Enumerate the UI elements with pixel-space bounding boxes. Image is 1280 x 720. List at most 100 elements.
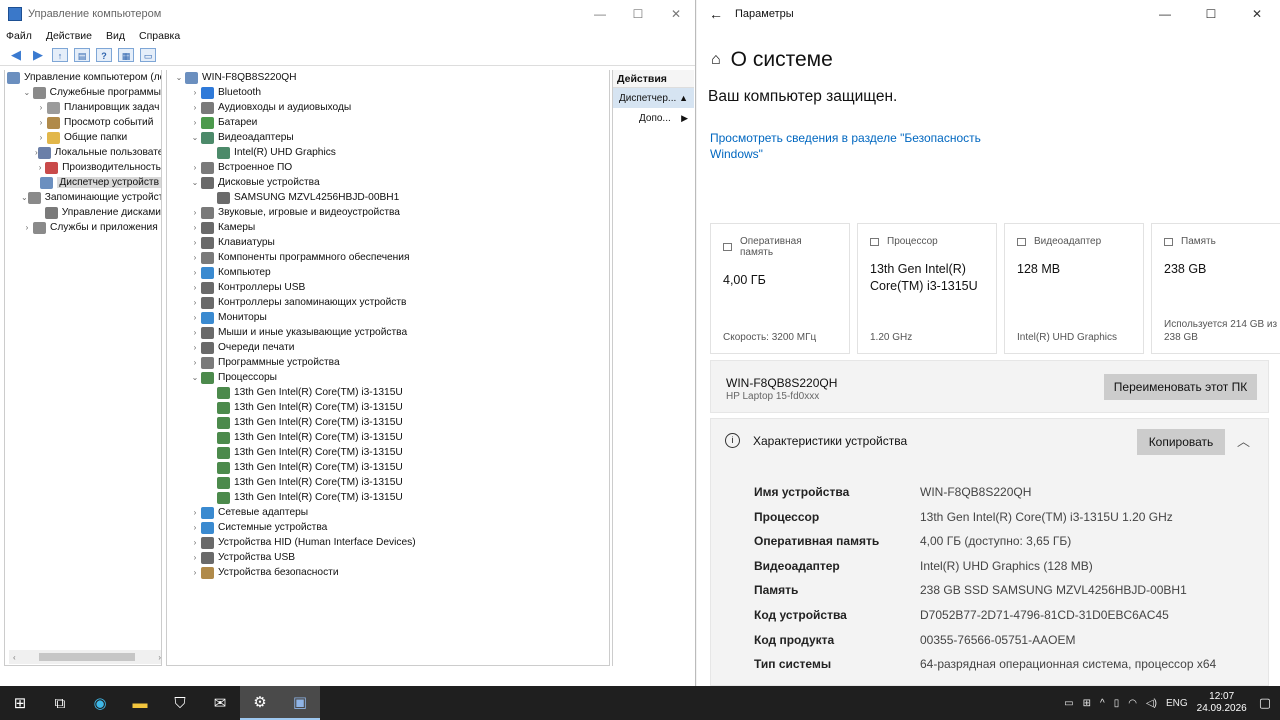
show-hide-tree-icon[interactable]: ▤ — [74, 47, 90, 62]
forward-arrow-icon[interactable]: ▶ — [30, 47, 46, 62]
computer-management-taskbar-icon[interactable]: ▣ — [280, 686, 320, 720]
device-tree-item[interactable]: › Звуковые, игровые и видеоустройства — [167, 205, 609, 220]
menu-help[interactable]: Справка — [139, 30, 180, 42]
security-link[interactable]: Просмотреть сведения в разделе "Безопасн… — [710, 130, 990, 162]
monitor-icon[interactable]: ▭ — [140, 47, 156, 62]
collapse-up-icon[interactable]: ▲ — [679, 93, 688, 103]
device-tree-item[interactable]: 13th Gen Intel(R) Core(TM) i3-1315U — [167, 400, 609, 415]
console-tree-item[interactable]: ⌄ Запоминающие устройства — [5, 190, 161, 205]
expand-arrow-icon[interactable]: › — [189, 253, 201, 262]
wifi-icon[interactable]: ◠ — [1128, 698, 1137, 709]
expand-arrow-icon[interactable]: ⌄ — [189, 178, 201, 187]
device-tree-item[interactable]: › Встроенное ПО — [167, 160, 609, 175]
scroll-right-icon[interactable]: › — [158, 653, 161, 662]
device-tree-item[interactable]: › Мыши и иные указывающие устройства — [167, 325, 609, 340]
minimize-button[interactable]: — — [1142, 7, 1188, 21]
expand-arrow-icon[interactable]: › — [189, 283, 201, 292]
console-tree-item[interactable]: Диспетчер устройств — [5, 175, 161, 190]
device-tree-item[interactable]: › Мониторы — [167, 310, 609, 325]
device-tree-item[interactable]: › Устройства безопасности — [167, 565, 609, 580]
expand-arrow-icon[interactable]: › — [189, 208, 201, 217]
expand-arrow-icon[interactable]: › — [189, 238, 201, 247]
home-icon[interactable]: ⌂ — [711, 51, 721, 69]
store-icon[interactable]: ⛉ — [160, 686, 200, 720]
maximize-button[interactable]: ☐ — [1188, 7, 1234, 21]
console-tree-item[interactable]: › Просмотр событий — [5, 115, 161, 130]
task-view-icon[interactable]: ⧉ — [40, 686, 80, 720]
action-more[interactable]: Допо... ▶ — [613, 108, 694, 128]
back-icon[interactable]: ← — [697, 6, 735, 22]
expand-arrow-icon[interactable]: › — [189, 358, 201, 367]
settings-gear-icon[interactable]: ⚙ — [240, 686, 280, 720]
device-tree-item[interactable]: › Устройства HID (Human Interface Devices… — [167, 535, 609, 550]
console-tree-item[interactable]: › Производительность — [5, 160, 161, 175]
expand-arrow-icon[interactable]: › — [189, 328, 201, 337]
close-button[interactable]: ✕ — [657, 7, 695, 21]
device-tree-item[interactable]: 13th Gen Intel(R) Core(TM) i3-1315U — [167, 415, 609, 430]
tablet-mode-icon[interactable]: ▭ — [1064, 698, 1073, 709]
expand-arrow-icon[interactable]: › — [35, 103, 47, 112]
edge-icon[interactable]: ◉ — [80, 686, 120, 720]
device-tree-item[interactable]: 13th Gen Intel(R) Core(TM) i3-1315U — [167, 385, 609, 400]
battery-icon[interactable]: ▯ — [1114, 698, 1120, 709]
expand-arrow-icon[interactable]: › — [189, 88, 201, 97]
menu-action[interactable]: Действие — [46, 30, 92, 42]
expand-arrow-icon[interactable]: › — [189, 223, 201, 232]
device-tree-item[interactable]: ⌄ Процессоры — [167, 370, 609, 385]
console-tree-item[interactable]: › Общие папки — [5, 130, 161, 145]
expand-arrow-icon[interactable]: ⌄ — [189, 373, 201, 382]
device-tree-item[interactable]: › Клавиатуры — [167, 235, 609, 250]
maximize-button[interactable]: ☐ — [619, 7, 657, 21]
collapse-icon[interactable]: ⌄ — [173, 73, 185, 82]
scroll-thumb[interactable] — [39, 653, 135, 661]
language-indicator[interactable]: ENG — [1166, 698, 1188, 709]
expand-arrow-icon[interactable]: › — [189, 163, 201, 172]
expand-arrow-icon[interactable]: ⌄ — [21, 88, 33, 97]
clock[interactable]: 12:07 24.09.2026 — [1197, 691, 1247, 715]
device-tree-item[interactable]: › Очереди печати — [167, 340, 609, 355]
expand-arrow-icon[interactable]: › — [189, 268, 201, 277]
minimize-button[interactable]: — — [581, 7, 619, 21]
console-tree-item[interactable]: Управление компьютером (лс — [5, 70, 161, 85]
expand-arrow-icon[interactable]: › — [35, 133, 47, 142]
chevron-up-icon[interactable]: ︿ — [1237, 431, 1250, 450]
device-tree-item[interactable]: › Контроллеры USB — [167, 280, 609, 295]
start-icon[interactable]: ⊞ — [0, 686, 40, 720]
device-tree-item[interactable]: 13th Gen Intel(R) Core(TM) i3-1315U — [167, 490, 609, 505]
device-tree-item[interactable]: 13th Gen Intel(R) Core(TM) i3-1315U — [167, 460, 609, 475]
expand-arrow-icon[interactable]: › — [189, 538, 201, 547]
expand-arrow-icon[interactable]: › — [35, 163, 45, 172]
device-tree-item[interactable]: › Батареи — [167, 115, 609, 130]
device-tree-item[interactable]: › Камеры — [167, 220, 609, 235]
scroll-left-icon[interactable]: ‹ — [13, 653, 16, 662]
console-tree-item[interactable]: › Планировщик задач — [5, 100, 161, 115]
device-tree-item[interactable]: Intel(R) UHD Graphics — [167, 145, 609, 160]
device-tree-item[interactable]: › Bluetooth — [167, 85, 609, 100]
menu-view[interactable]: Вид — [106, 30, 125, 42]
file-explorer-icon[interactable]: ▬ — [120, 686, 160, 720]
expand-arrow-icon[interactable]: › — [35, 118, 47, 127]
device-tree-item[interactable]: › Сетевые адаптеры — [167, 505, 609, 520]
expand-arrow-icon[interactable]: › — [189, 103, 201, 112]
device-tree-item[interactable]: 13th Gen Intel(R) Core(TM) i3-1315U — [167, 445, 609, 460]
device-tree-item[interactable]: ⌄ Видеоадаптеры — [167, 130, 609, 145]
expand-arrow-icon[interactable]: › — [189, 118, 201, 127]
close-button[interactable]: ✕ — [1234, 7, 1280, 21]
device-tree-item[interactable]: › Контроллеры запоминающих устройств — [167, 295, 609, 310]
device-tree-item[interactable]: ⌄ Дисковые устройства — [167, 175, 609, 190]
expand-arrow-icon[interactable]: › — [189, 523, 201, 532]
device-tree-item[interactable]: › Программные устройства — [167, 355, 609, 370]
up-folder-icon[interactable]: ↑ — [52, 47, 68, 62]
expand-arrow-icon[interactable]: › — [189, 553, 201, 562]
network-tray-icon[interactable]: ⊞ — [1083, 698, 1091, 709]
device-tree-root[interactable]: ⌄ WIN-F8QB8S220QH — [167, 70, 609, 85]
copy-button[interactable]: Копировать — [1137, 429, 1225, 455]
device-tree-item[interactable]: SAMSUNG MZVL4256HBJD-00BH1 — [167, 190, 609, 205]
device-tree-item[interactable]: › Системные устройства — [167, 520, 609, 535]
console-tree-item[interactable]: ⌄ Служебные программы — [5, 85, 161, 100]
expand-arrow-icon[interactable]: › — [189, 343, 201, 352]
device-tree-item[interactable]: 13th Gen Intel(R) Core(TM) i3-1315U — [167, 430, 609, 445]
menu-file[interactable]: Файл — [6, 30, 32, 42]
chevron-up-icon[interactable]: ^ — [1100, 698, 1105, 709]
help-icon[interactable]: ? — [96, 47, 112, 62]
